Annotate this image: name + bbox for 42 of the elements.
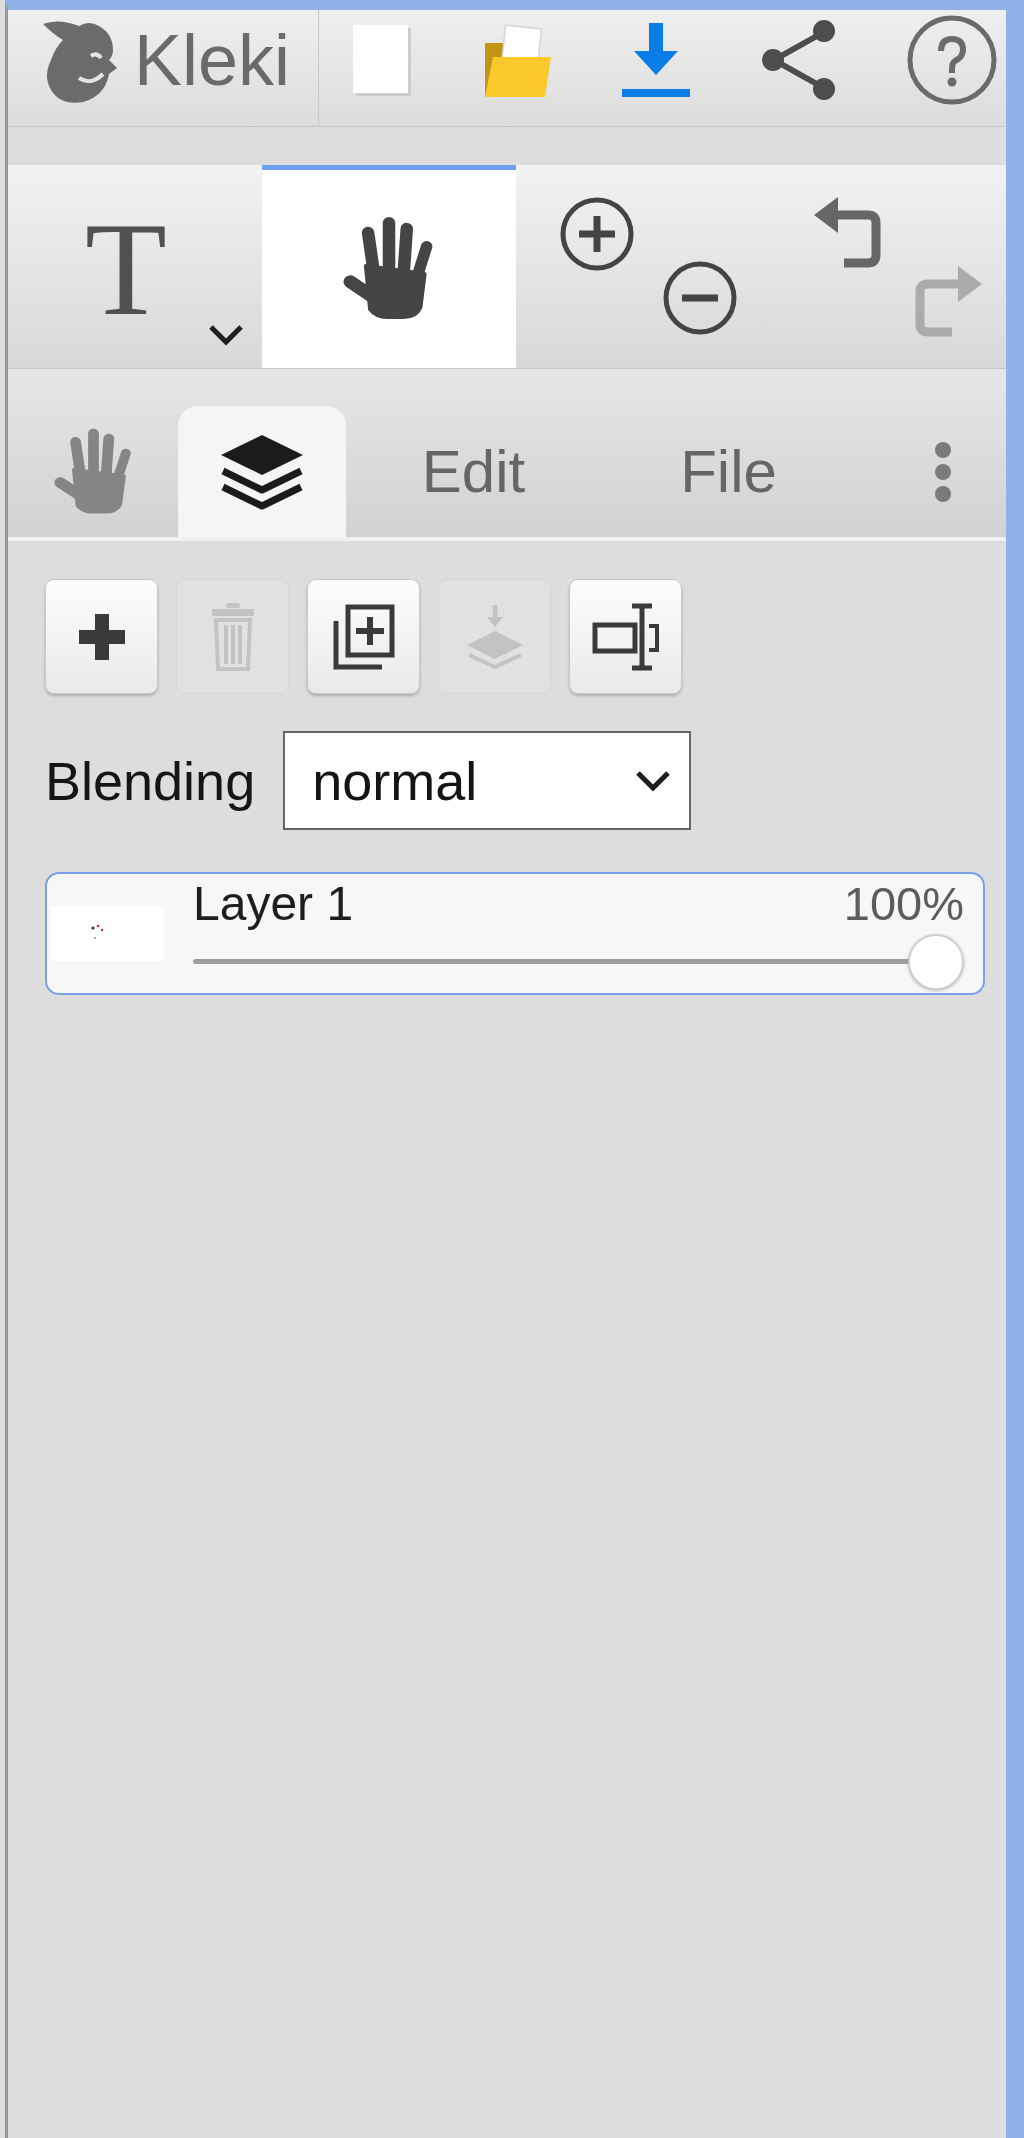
layer-opacity: 100% <box>843 877 964 930</box>
plus-icon <box>78 613 125 660</box>
trash-icon <box>209 602 256 671</box>
help-icon <box>907 15 997 105</box>
rename-icon <box>591 602 660 671</box>
duplicate-icon <box>331 602 396 671</box>
layer-name: Layer 1 <box>193 877 354 930</box>
layer-item[interactable]: Layer 1 100% <box>45 872 985 995</box>
rename-layer-button[interactable] <box>569 579 682 694</box>
text-tool-button[interactable]: T <box>8 165 262 368</box>
blank-page-icon <box>353 24 411 96</box>
duplicate-layer-button[interactable] <box>307 579 420 694</box>
zoom-out-icon <box>662 260 738 336</box>
more-icon <box>934 441 952 502</box>
open-button[interactable] <box>482 23 551 97</box>
zoom-in-button[interactable] <box>559 196 635 272</box>
hand-icon <box>343 216 435 322</box>
tab[interactable]: File <box>601 406 856 537</box>
hand-tool-button[interactable] <box>262 165 516 368</box>
zoom-in-icon <box>559 196 635 272</box>
help-button[interactable] <box>907 15 997 105</box>
share-button[interactable] <box>761 20 836 100</box>
opacity-slider[interactable] <box>193 934 964 990</box>
share-icon <box>761 20 836 100</box>
undo-button[interactable] <box>814 197 882 269</box>
tab[interactable]: Edit <box>346 406 601 537</box>
blending-select[interactable]: normal <box>283 731 692 830</box>
chevron-down-icon <box>208 324 244 346</box>
undo-icon <box>814 197 882 269</box>
redo-icon <box>914 266 982 338</box>
chevron-down-icon <box>635 769 672 792</box>
slider-thumb[interactable] <box>908 934 964 990</box>
hand-icon <box>53 427 133 516</box>
app-name: Kleki <box>134 24 291 96</box>
layers-tab[interactable] <box>178 406 346 537</box>
download-button[interactable] <box>622 22 690 98</box>
zoom-out-button[interactable] <box>662 260 738 336</box>
blending-label: Blending <box>45 749 256 812</box>
download-icon <box>622 22 690 98</box>
folder-icon <box>482 23 551 97</box>
layers-icon <box>219 432 305 511</box>
add-layer-button[interactable] <box>45 579 158 694</box>
